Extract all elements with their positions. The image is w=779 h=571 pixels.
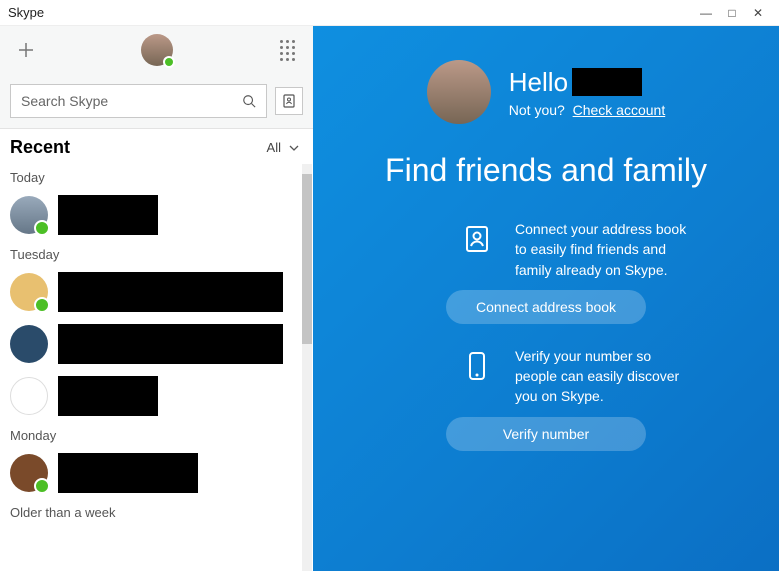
group-tuesday: Tuesday [0, 241, 313, 266]
group-today: Today [0, 164, 313, 189]
verify-number-button[interactable]: Verify number [446, 417, 646, 451]
avatar [10, 377, 48, 415]
recent-title: Recent [10, 137, 70, 158]
step-address-book: Connect your address book to easily find… [349, 219, 743, 280]
chevron-down-icon [289, 143, 299, 153]
my-avatar[interactable] [141, 34, 173, 66]
sidebar: Recent All Today Tuesday [0, 26, 313, 571]
search-icon [242, 94, 256, 108]
step-verify-number: Verify your number so people can easily … [349, 346, 743, 407]
not-you-text: Not you? [509, 102, 565, 118]
avatar [10, 454, 48, 492]
not-you-row: Not you? Check account [509, 102, 665, 118]
hello-row: Hello Not you? Check account [349, 60, 743, 124]
avatar [10, 273, 48, 311]
redacted-username [572, 68, 642, 96]
recent-header: Recent All [0, 129, 313, 164]
conversation-item[interactable] [0, 266, 313, 318]
recent-list: Today Tuesday Monday [0, 164, 313, 571]
connect-address-book-button[interactable]: Connect address book [446, 290, 646, 324]
plus-icon [18, 42, 34, 58]
redacted-name [58, 195, 158, 235]
step-verify-text: Verify your number so people can easily … [515, 346, 695, 407]
profile-avatar [427, 60, 491, 124]
greeting: Hello [509, 67, 568, 98]
presence-icon [163, 56, 175, 68]
search-input[interactable] [21, 93, 242, 109]
avatar [10, 325, 48, 363]
headline: Find friends and family [349, 152, 743, 189]
conversation-item[interactable] [0, 189, 313, 241]
maximize-button[interactable]: □ [719, 6, 745, 20]
conversation-item[interactable] [0, 318, 313, 370]
redacted-name [58, 324, 283, 364]
close-button[interactable]: ✕ [745, 6, 771, 20]
titlebar: Skype — □ ✕ [0, 0, 779, 26]
main-panel: Hello Not you? Check account Find friend… [313, 26, 779, 571]
step-address-text: Connect your address book to easily find… [515, 219, 695, 280]
conversation-item[interactable] [0, 447, 313, 499]
redacted-name [58, 453, 198, 493]
dialpad-button[interactable] [280, 40, 295, 61]
redacted-name [58, 376, 158, 416]
group-monday: Monday [0, 422, 313, 447]
conversation-item[interactable] [0, 370, 313, 422]
search-box[interactable] [10, 84, 267, 118]
scrollbar[interactable] [301, 164, 313, 571]
recent-filter-label: All [267, 140, 281, 155]
address-book-icon [457, 219, 497, 259]
content: Recent All Today Tuesday [0, 26, 779, 571]
recent-filter[interactable]: All [267, 140, 299, 155]
new-chat-button[interactable] [18, 42, 34, 58]
phone-icon [457, 346, 497, 386]
check-account-link[interactable]: Check account [573, 102, 666, 118]
sidebar-top [0, 26, 313, 129]
contacts-button[interactable] [275, 87, 303, 115]
redacted-name [58, 272, 283, 312]
contacts-icon [281, 93, 297, 109]
avatar [10, 196, 48, 234]
minimize-button[interactable]: — [693, 6, 719, 20]
group-older: Older than a week [0, 499, 313, 524]
app-name: Skype [8, 5, 44, 20]
